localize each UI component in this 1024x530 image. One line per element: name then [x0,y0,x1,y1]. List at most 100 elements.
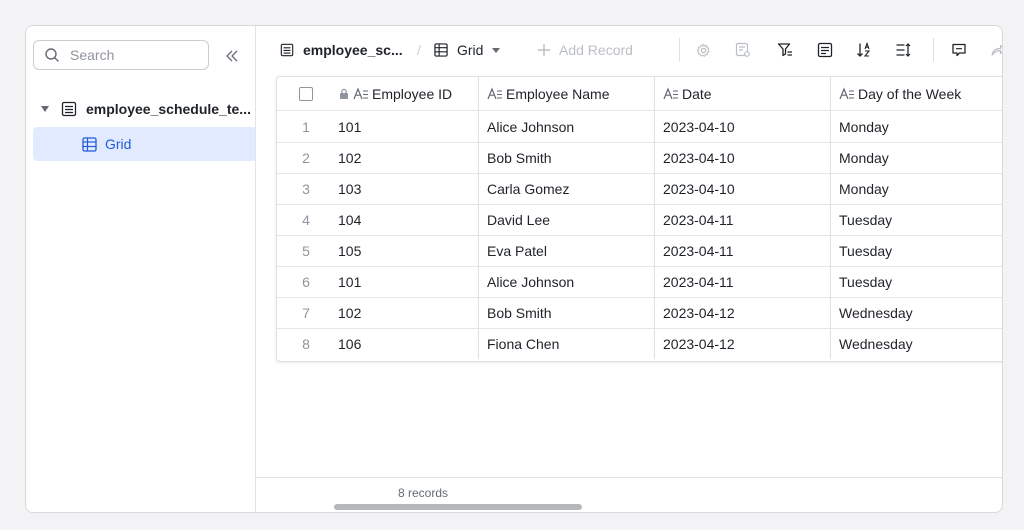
cell-employee-id[interactable]: 102 [335,142,479,173]
group-list-icon [817,42,833,58]
row-index: 5 [302,242,310,259]
text-field-icon [353,86,368,99]
toolbar-divider [933,38,934,62]
column-header-label: Date [682,85,712,102]
cell-employee-id[interactable]: 105 [335,235,479,266]
cell-employee-id[interactable]: 106 [335,328,479,359]
cell-date[interactable]: 2023-04-11 [655,235,831,266]
column-header-employee-id[interactable]: Employee ID [335,77,479,110]
sidebar-table-label: employee_schedule_te... [86,101,251,117]
gear-icon [696,42,710,57]
cell-employee-name[interactable]: Bob Smith [479,297,655,328]
group-button[interactable] [817,26,833,74]
row-index: 3 [302,180,310,197]
row-index: 4 [302,211,310,228]
toolbar: employee_sc... / Grid Add Record [256,26,1002,74]
cell-employee-name[interactable]: Eva Patel [479,235,655,266]
search-input[interactable] [68,46,202,64]
column-header-label: Day of the Week [858,85,962,102]
cell-day-of-week[interactable]: Tuesday [831,204,1002,235]
sidebar-view-label: Grid [105,136,132,152]
app-window: employee_schedule_te... Grid employ [25,25,1003,513]
row-index: 1 [302,118,310,135]
grid-view-icon [434,43,448,57]
table-row[interactable]: 8 106 Fiona Chen 2023-04-12 Wednesday [277,328,1002,359]
table-row[interactable]: 1 101 Alice Johnson 2023-04-10 Monday [277,111,1002,143]
grid-footer: 8 records [256,477,1002,512]
record-count: 8 records [398,486,449,500]
cell-date[interactable]: 2023-04-12 [655,297,831,328]
collapse-sidebar-button[interactable] [223,47,241,65]
cell-employee-id[interactable]: 101 [335,266,479,297]
column-header-date[interactable]: Date [655,77,831,110]
table-header: Employee ID Employee Name Date Day of th… [277,77,1002,111]
cell-day-of-week[interactable]: Monday [831,173,1002,204]
column-header-label: Employee Name [506,85,610,102]
share-icon [991,44,1002,56]
horizontal-scrollbar[interactable] [334,504,582,510]
cell-date[interactable]: 2023-04-10 [655,142,831,173]
cell-day-of-week[interactable]: Wednesday [831,328,1002,359]
settings-button[interactable] [696,26,711,74]
add-record-button[interactable]: Add Record [537,26,633,74]
data-grid: Employee ID Employee Name Date Day of th… [276,76,1002,362]
text-field-icon [487,86,502,99]
form-settings-icon [735,42,750,57]
column-header-label: Employee ID [372,85,453,102]
sort-button[interactable] [856,26,872,74]
cell-employee-name[interactable]: Bob Smith [479,142,655,173]
table-row[interactable]: 3 103 Carla Gomez 2023-04-10 Monday [277,173,1002,205]
field-config-button[interactable] [735,26,751,74]
plus-icon [538,44,550,56]
cell-date[interactable]: 2023-04-11 [655,204,831,235]
table-row[interactable]: 7 102 Bob Smith 2023-04-12 Wednesday [277,297,1002,329]
search-box[interactable] [33,40,209,70]
table-row[interactable]: 4 104 David Lee 2023-04-11 Tuesday [277,204,1002,236]
cell-employee-name[interactable]: Alice Johnson [479,111,655,142]
sidebar-table-item[interactable]: employee_schedule_te... [26,92,255,126]
sidebar-view-grid[interactable]: Grid [33,127,255,161]
cell-employee-name[interactable]: Fiona Chen [479,328,655,359]
row-index: 6 [302,273,310,290]
row-height-icon [896,43,911,57]
toolbar-table-name: employee_sc... [303,42,403,58]
table-icon [280,43,294,57]
cell-employee-id[interactable]: 104 [335,204,479,235]
cell-employee-name[interactable]: Carla Gomez [479,173,655,204]
select-all-checkbox[interactable] [299,86,313,101]
cell-employee-id[interactable]: 103 [335,173,479,204]
cell-date[interactable]: 2023-04-10 [655,173,831,204]
filter-icon [777,43,792,57]
table-selector[interactable]: employee_sc... [280,26,403,74]
cell-date[interactable]: 2023-04-10 [655,111,831,142]
filter-button[interactable] [777,26,793,74]
table-row[interactable]: 5 105 Eva Patel 2023-04-11 Tuesday [277,235,1002,267]
select-all-cell[interactable] [277,77,335,110]
sort-az-icon [857,42,871,57]
table-row[interactable]: 2 102 Bob Smith 2023-04-10 Monday [277,142,1002,174]
main-area: employee_sc... / Grid Add Record Employe… [256,26,1002,512]
view-selector[interactable]: Grid [434,26,501,74]
cell-date[interactable]: 2023-04-12 [655,328,831,359]
double-chevron-left-icon [226,50,238,62]
column-header-employee-name[interactable]: Employee Name [479,77,655,110]
caret-down-icon[interactable] [41,106,49,112]
cell-employee-id[interactable]: 101 [335,111,479,142]
table-row[interactable]: 6 101 Alice Johnson 2023-04-11 Tuesday [277,266,1002,298]
cell-employee-name[interactable]: Alice Johnson [479,266,655,297]
cell-employee-id[interactable]: 102 [335,297,479,328]
cell-day-of-week[interactable]: Monday [831,142,1002,173]
grid-view-icon [82,136,97,152]
lock-icon [340,88,348,99]
cell-day-of-week[interactable]: Monday [831,111,1002,142]
column-header-day-of-week[interactable]: Day of the Week [831,77,1002,110]
row-height-button[interactable] [895,26,911,74]
cell-day-of-week[interactable]: Wednesday [831,297,1002,328]
cell-day-of-week[interactable]: Tuesday [831,266,1002,297]
share-button[interactable] [990,26,1002,74]
cell-date[interactable]: 2023-04-11 [655,266,831,297]
comment-button[interactable] [951,26,967,74]
cell-day-of-week[interactable]: Tuesday [831,235,1002,266]
search-icon [45,48,59,62]
cell-employee-name[interactable]: David Lee [479,204,655,235]
